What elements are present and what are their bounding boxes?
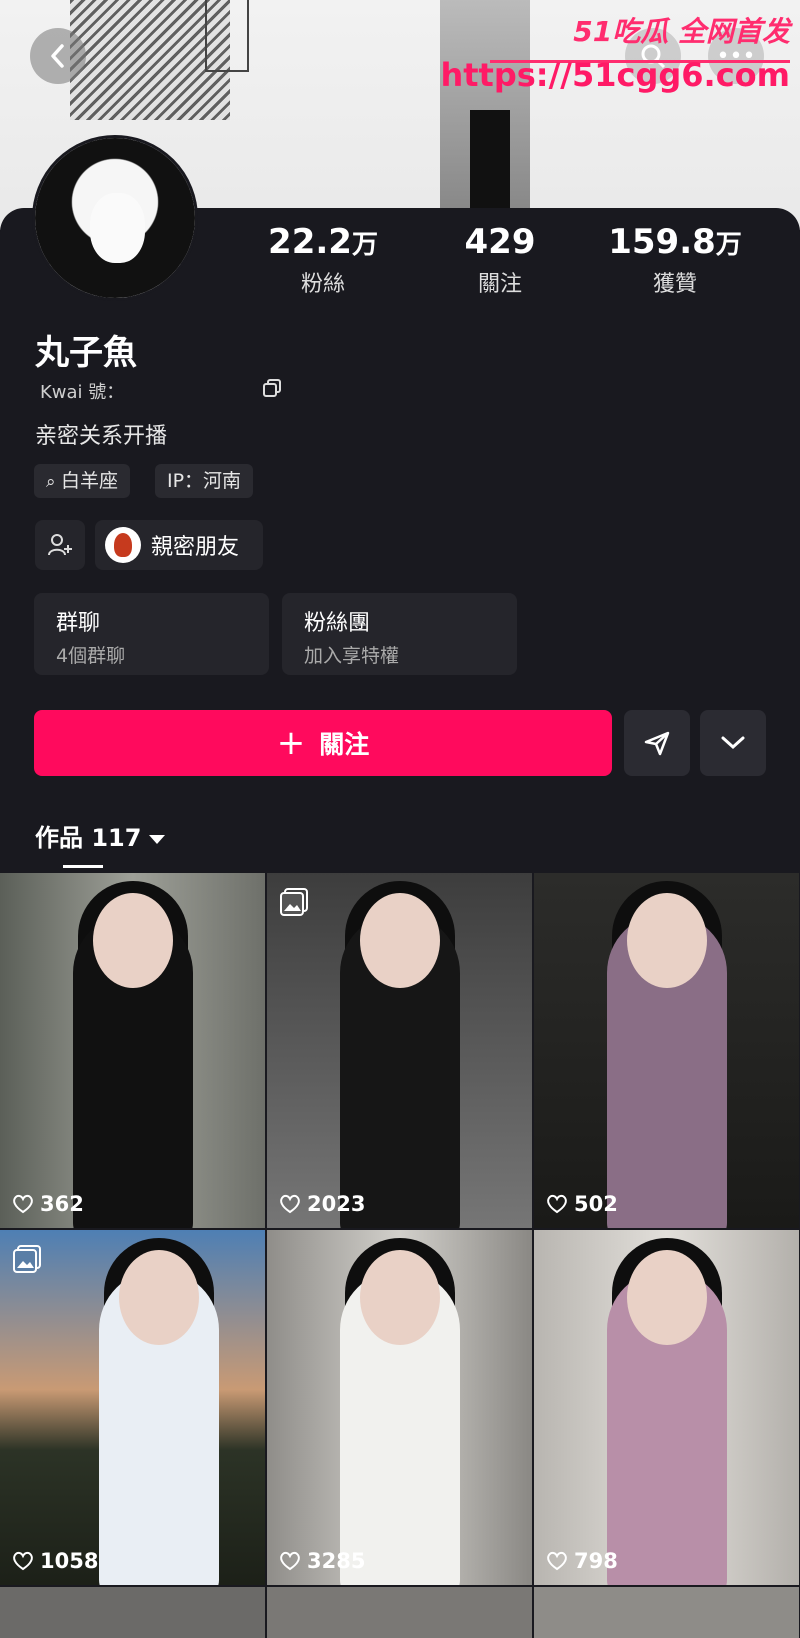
close-friends-button[interactable]: 親密朋友 (95, 520, 263, 570)
gallery-icon (280, 888, 308, 916)
stat-following[interactable]: 429 關注 (430, 222, 570, 298)
watermark: 51吃瓜 全网首发 https://51cgg6.com (440, 10, 790, 94)
share-button[interactable] (624, 710, 690, 776)
post-tile[interactable]: 798 (534, 1230, 799, 1585)
add-user-icon (48, 534, 72, 556)
heart-icon (280, 1551, 300, 1571)
heart-icon (547, 1551, 567, 1571)
plus-icon: + (276, 723, 306, 763)
send-icon (644, 731, 670, 756)
card-subtitle: 加入享特權 (304, 645, 400, 667)
card-title: 群聊 (56, 611, 101, 636)
like-count: 3285 (279, 1549, 365, 1573)
watermark-brand: 51吃瓜 全网首发 (573, 15, 790, 48)
profile-bio: 亲密关系开播 (35, 424, 168, 449)
chevron-down-icon (721, 736, 745, 750)
card-subtitle: 4個群聊 (56, 645, 126, 667)
stat-number: 22.2 (268, 222, 352, 262)
like-count: 1058 (12, 1549, 98, 1573)
stat-label: 粉絲 (300, 272, 345, 297)
stat-followers[interactable]: 22.2万 粉絲 (253, 222, 393, 298)
tag-label: IP：河南 (167, 470, 242, 492)
add-friend-button[interactable] (35, 520, 85, 570)
card-title: 粉絲團 (304, 611, 371, 636)
profile-name: 丸子魚 (35, 333, 137, 373)
stat-unit: 万 (351, 230, 378, 260)
like-count: 502 (546, 1192, 618, 1216)
search-icon: ⌕ (46, 472, 61, 492)
group-chat-card[interactable]: 群聊 4個群聊 (34, 593, 269, 675)
gallery-icon (13, 1245, 41, 1273)
post-tile[interactable] (0, 1587, 265, 1638)
like-count: 2023 (279, 1192, 365, 1216)
heart-icon (280, 1194, 300, 1214)
tag-ip: IP：河南 (155, 464, 254, 498)
tab-indicator (63, 865, 103, 868)
stat-number: 429 (464, 222, 536, 262)
avatar[interactable] (32, 135, 198, 301)
like-count: 362 (12, 1192, 84, 1216)
close-friends-label: 親密朋友 (151, 535, 240, 560)
tag-zodiac[interactable]: ⌕ 白羊座 (34, 464, 130, 498)
fan-club-card[interactable]: 粉絲團 加入享特權 (282, 593, 517, 675)
stat-label: 關注 (477, 272, 522, 297)
cover-door (205, 0, 249, 72)
post-tile[interactable]: 362 (0, 873, 265, 1228)
back-button[interactable] (30, 28, 86, 84)
follow-label: 關注 (319, 730, 370, 759)
expand-button[interactable] (700, 710, 766, 776)
tab-works[interactable]: 作品 117 (35, 818, 166, 853)
kwai-id: Kwai 號： (40, 382, 125, 403)
stat-unit: 万 (715, 230, 742, 260)
stat-number: 159.8 (608, 222, 716, 262)
stat-label: 獲贊 (652, 272, 697, 297)
watermark-url: https://51cgg6.com (440, 56, 790, 94)
chevron-left-icon (51, 44, 64, 68)
heart-icon (13, 1194, 33, 1214)
heart-icon (13, 1551, 33, 1571)
copy-icon[interactable] (262, 378, 282, 398)
follow-button[interactable]: + 關注 (34, 710, 612, 776)
close-friends-badge (105, 527, 141, 563)
posts-grid: 362 2023 502 1058 3285 798 (0, 873, 800, 1638)
post-tile[interactable] (534, 1587, 799, 1638)
post-tile[interactable]: 502 (534, 873, 799, 1228)
caret-down-icon (149, 834, 166, 844)
post-tile[interactable]: 1058 (0, 1230, 265, 1585)
post-tile[interactable]: 2023 (267, 873, 532, 1228)
post-tile[interactable]: 3285 (267, 1230, 532, 1585)
post-tile[interactable] (267, 1587, 532, 1638)
like-count: 798 (546, 1549, 618, 1573)
cover-figure (470, 110, 510, 210)
stat-likes[interactable]: 159.8万 獲贊 (605, 222, 745, 298)
works-label: 作品 117 (35, 824, 142, 852)
heart-icon (547, 1194, 567, 1214)
tag-label: 白羊座 (60, 470, 118, 492)
